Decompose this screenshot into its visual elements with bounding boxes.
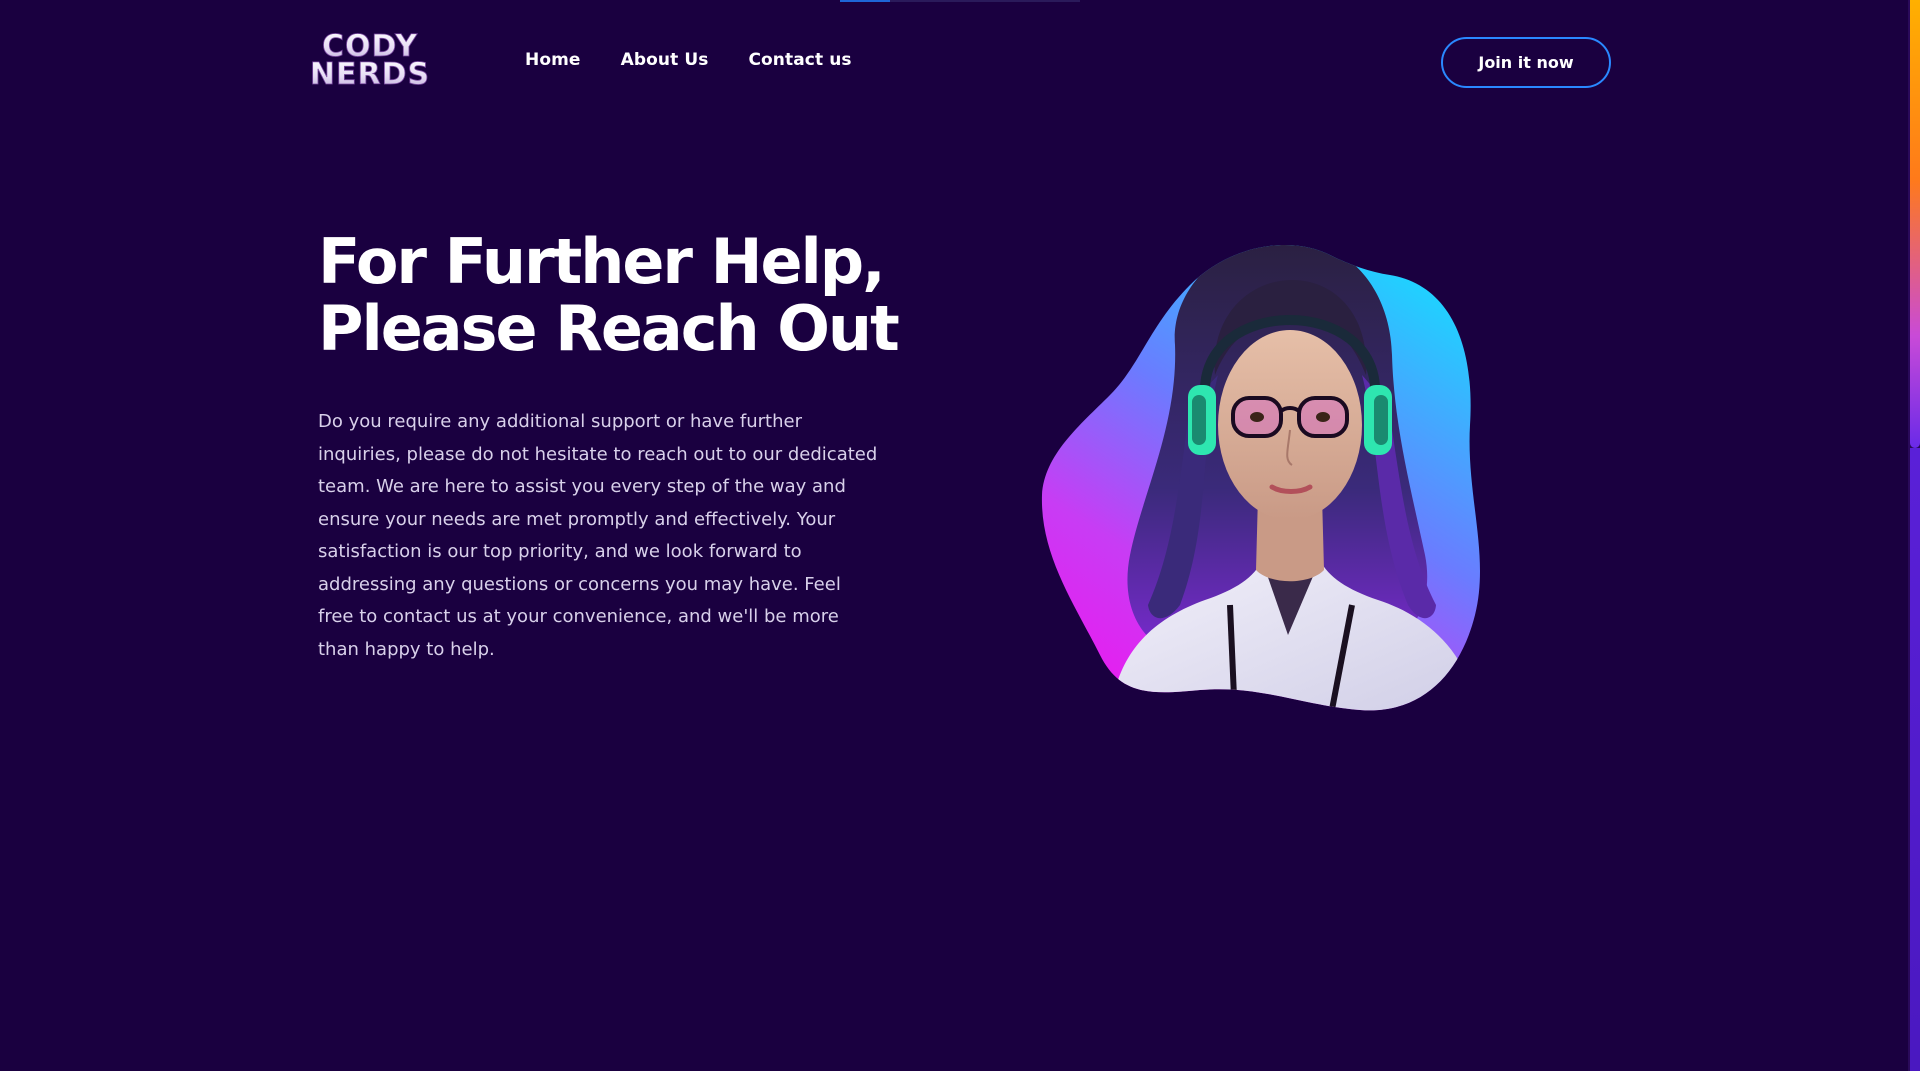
page-scrollbar[interactable] (1908, 0, 1920, 1071)
join-now-button[interactable]: Join it now (1441, 37, 1611, 88)
support-agent-illustration-icon (1041, 245, 1480, 711)
scrollbar-thumb[interactable] (1910, 0, 1920, 448)
main-nav: Home About Us Contact us (525, 50, 852, 70)
page-load-progress (840, 0, 1080, 2)
scrollbar-track (1910, 448, 1920, 1071)
hero-title: For Further Help, Please Reach Out (318, 228, 958, 362)
page-load-progress-fill (840, 0, 890, 2)
hero-title-line2: Please Reach Out (318, 292, 900, 365)
logo-line2: NERDS (310, 57, 430, 88)
logo-icon: CODY NERDS (309, 30, 430, 88)
hero-description: Do you require any additional support or… (318, 411, 878, 660)
hero-image (1030, 225, 1490, 720)
nav-about-us[interactable]: About Us (621, 50, 709, 70)
page: CODY NERDS Home About Us Contact us Join… (0, 0, 1920, 1071)
nav-contact-us[interactable]: Contact us (748, 50, 851, 70)
nav-home[interactable]: Home (525, 50, 581, 70)
brand-logo[interactable]: CODY NERDS (298, 30, 443, 88)
hero-title-line1: For Further Help, (318, 225, 886, 298)
